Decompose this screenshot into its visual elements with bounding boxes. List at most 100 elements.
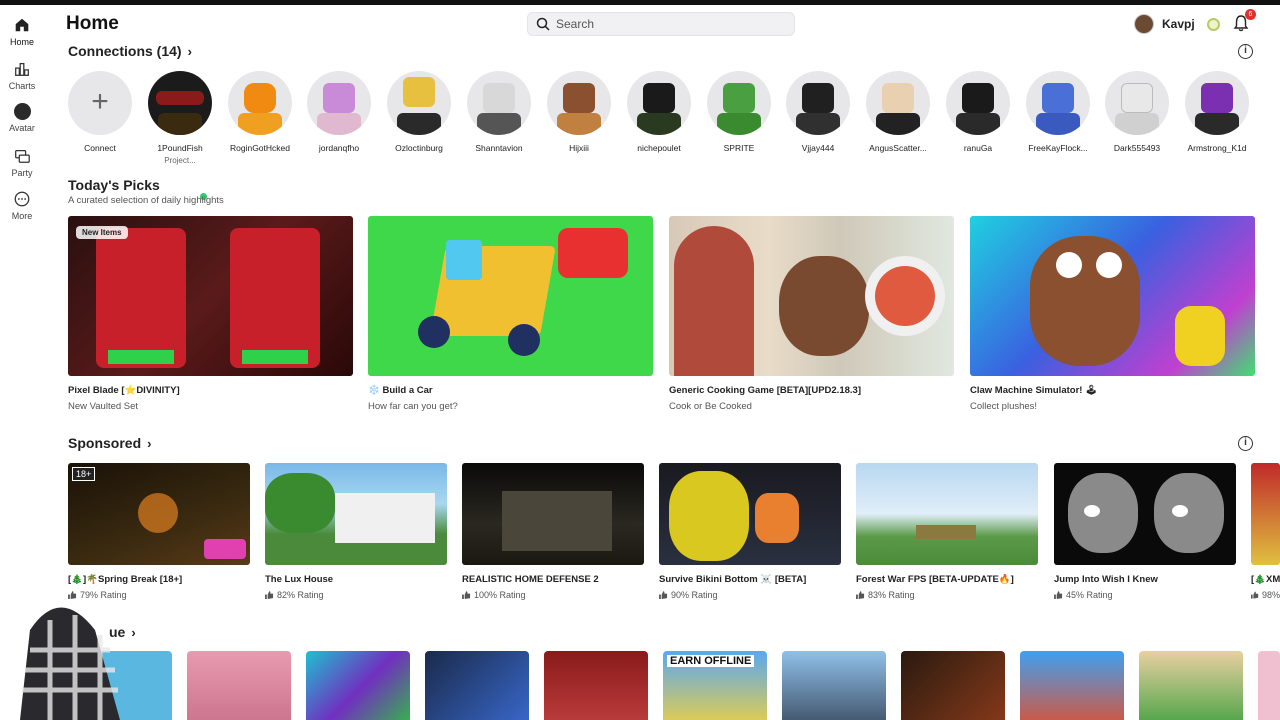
info-icon[interactable]: i [1238,436,1253,451]
connection-item[interactable]: SPRITE [700,71,778,153]
chevron-right-icon: › [147,435,152,451]
rating-value: 90% Rating [671,590,718,600]
avatar-icon [13,103,31,120]
connection-item[interactable]: Ozloctinburg [380,71,458,153]
game-thumbnail[interactable] [970,216,1255,376]
party-icon [15,149,30,163]
rating-value: 45% Rating [1066,590,1113,600]
notification-badge: 6 [1245,9,1256,20]
sponsored-card[interactable]: Survive Bikini Bottom ☠️ [BETA] 90% Rati… [659,463,841,600]
game-tile[interactable] [782,651,886,720]
game-title: Pixel Blade [⭐DIVINITY] [68,385,180,396]
pick-card[interactable]: Generic Cooking Game [BETA][UPD2.18.3] C… [669,216,954,412]
game-thumbnail[interactable] [368,216,653,376]
game-thumbnail[interactable]: 18+ [68,463,250,565]
nav-more-label: More [11,211,33,221]
sponsored-card[interactable]: Forest War FPS [BETA-UPDATE🔥] 83% Rating [856,463,1038,600]
connection-item[interactable]: RoginGotHcked [221,71,299,153]
home-icon [15,18,29,32]
game-tile[interactable] [306,651,410,720]
search-icon [536,17,550,31]
sponsored-card[interactable]: 18+ [🎄]🌴Spring Break [18+] 79% Rating [68,463,250,600]
game-thumbnail[interactable] [265,463,447,565]
search-bar[interactable] [527,12,795,36]
robux-icon[interactable] [1206,17,1220,31]
picks-title: Today's Picks [68,177,160,193]
game-rating: 82% Rating [265,590,447,600]
nav-party-label: Party [11,168,33,178]
game-title: [🎄]🌴Spring Break [18+] [68,574,183,585]
thumbs-up-icon [659,591,668,599]
connection-item[interactable]: Armstrong_K1d [1178,71,1256,153]
charts-icon [15,62,29,76]
game-title: Jump Into Wish I Knew [1054,574,1158,585]
pick-card[interactable]: New Items Pixel Blade [⭐DIVINITY] New Va… [68,216,353,412]
connect-button[interactable]: + Connect [61,71,139,153]
game-tile[interactable] [425,651,529,720]
connection-item[interactable]: ranuGa [939,71,1017,153]
nav-home[interactable]: Home [0,16,44,47]
nav-charts[interactable]: Charts [0,60,44,91]
game-tile[interactable] [1139,651,1243,720]
game-tile[interactable] [187,651,291,720]
connection-item[interactable]: 1PoundFish Project... [141,71,219,202]
game-thumbnail[interactable] [659,463,841,565]
sponsored-card[interactable]: The Lux House 82% Rating [265,463,447,600]
game-thumbnail[interactable] [1054,463,1236,565]
user-avatar[interactable] [1134,14,1154,34]
sponsored-card[interactable]: [🎄XM 98% [1251,463,1280,600]
new-items-tag: New Items [76,226,128,239]
game-tile[interactable] [901,651,1005,720]
connection-item[interactable]: Vjjay444 [779,71,857,153]
connection-item[interactable]: FreeKayFlock... [1019,71,1097,153]
search-input[interactable] [556,17,776,31]
sponsored-card[interactable]: Jump Into Wish I Knew 45% Rating [1054,463,1236,600]
nav-avatar[interactable]: Avatar [0,103,44,133]
connection-name: FreeKayFlock... [1028,143,1088,153]
connection-name: RoginGotHcked [229,143,290,153]
info-icon[interactable]: i [1238,44,1253,59]
connection-item[interactable]: AngusScatter... [859,71,937,153]
game-thumbnail[interactable] [856,463,1038,565]
username[interactable]: Kavpj [1162,17,1195,31]
game-tile[interactable] [1020,651,1124,720]
connection-item[interactable]: jordanqfho [300,71,378,153]
connection-name: nichepoulet [637,143,681,153]
sponsored-card[interactable]: REALISTIC HOME DEFENSE 2 100% Rating [462,463,644,600]
connection-item[interactable]: nichepoulet [620,71,698,153]
game-tile[interactable] [544,651,648,720]
game-thumbnail[interactable] [669,216,954,376]
connections-title: Connections (14) [68,43,182,59]
sponsored-header[interactable]: Sponsored › [68,435,151,451]
game-subtitle: New Vaulted Set [68,401,139,412]
thumbs-up-icon [462,591,471,599]
game-thumbnail[interactable] [1251,463,1280,565]
game-tile[interactable]: EARN OFFLINE [663,651,767,720]
game-rating: 90% Rating [659,590,841,600]
game-rating: 45% Rating [1054,590,1236,600]
rating-value: 100% Rating [474,590,526,600]
game-title: REALISTIC HOME DEFENSE 2 [462,574,599,585]
connection-name: Vjjay444 [801,143,835,153]
user-menu[interactable]: Kavpj [1134,12,1220,36]
connection-item[interactable]: Dark555493 [1098,71,1176,153]
game-tile[interactable] [1258,651,1280,720]
connections-header[interactable]: Connections (14) › [68,43,192,59]
connection-name: Dark555493 [1113,143,1161,153]
game-rating: 100% Rating [462,590,644,600]
game-title: Forest War FPS [BETA-UPDATE🔥] [856,574,1014,585]
connection-item[interactable]: Shanntavion [460,71,538,153]
pick-card[interactable]: ❄️ Build a Car How far can you get? [368,216,653,412]
rating-value: 83% Rating [868,590,915,600]
thumbs-up-icon [1251,591,1259,599]
connection-name: ranuGa [963,143,993,153]
pick-card[interactable]: Claw Machine Simulator! 🕹 Collect plushe… [970,216,1255,412]
nav-avatar-label: Avatar [9,123,35,133]
game-thumbnail[interactable] [462,463,644,565]
connection-item[interactable]: Hijxiii [540,71,618,153]
game-thumbnail[interactable]: New Items [68,216,353,376]
nav-party[interactable]: Party [0,147,44,178]
game-title: [🎄XM [1251,574,1280,585]
nav-more[interactable]: More [0,190,44,221]
nav-charts-label: Charts [8,81,36,91]
